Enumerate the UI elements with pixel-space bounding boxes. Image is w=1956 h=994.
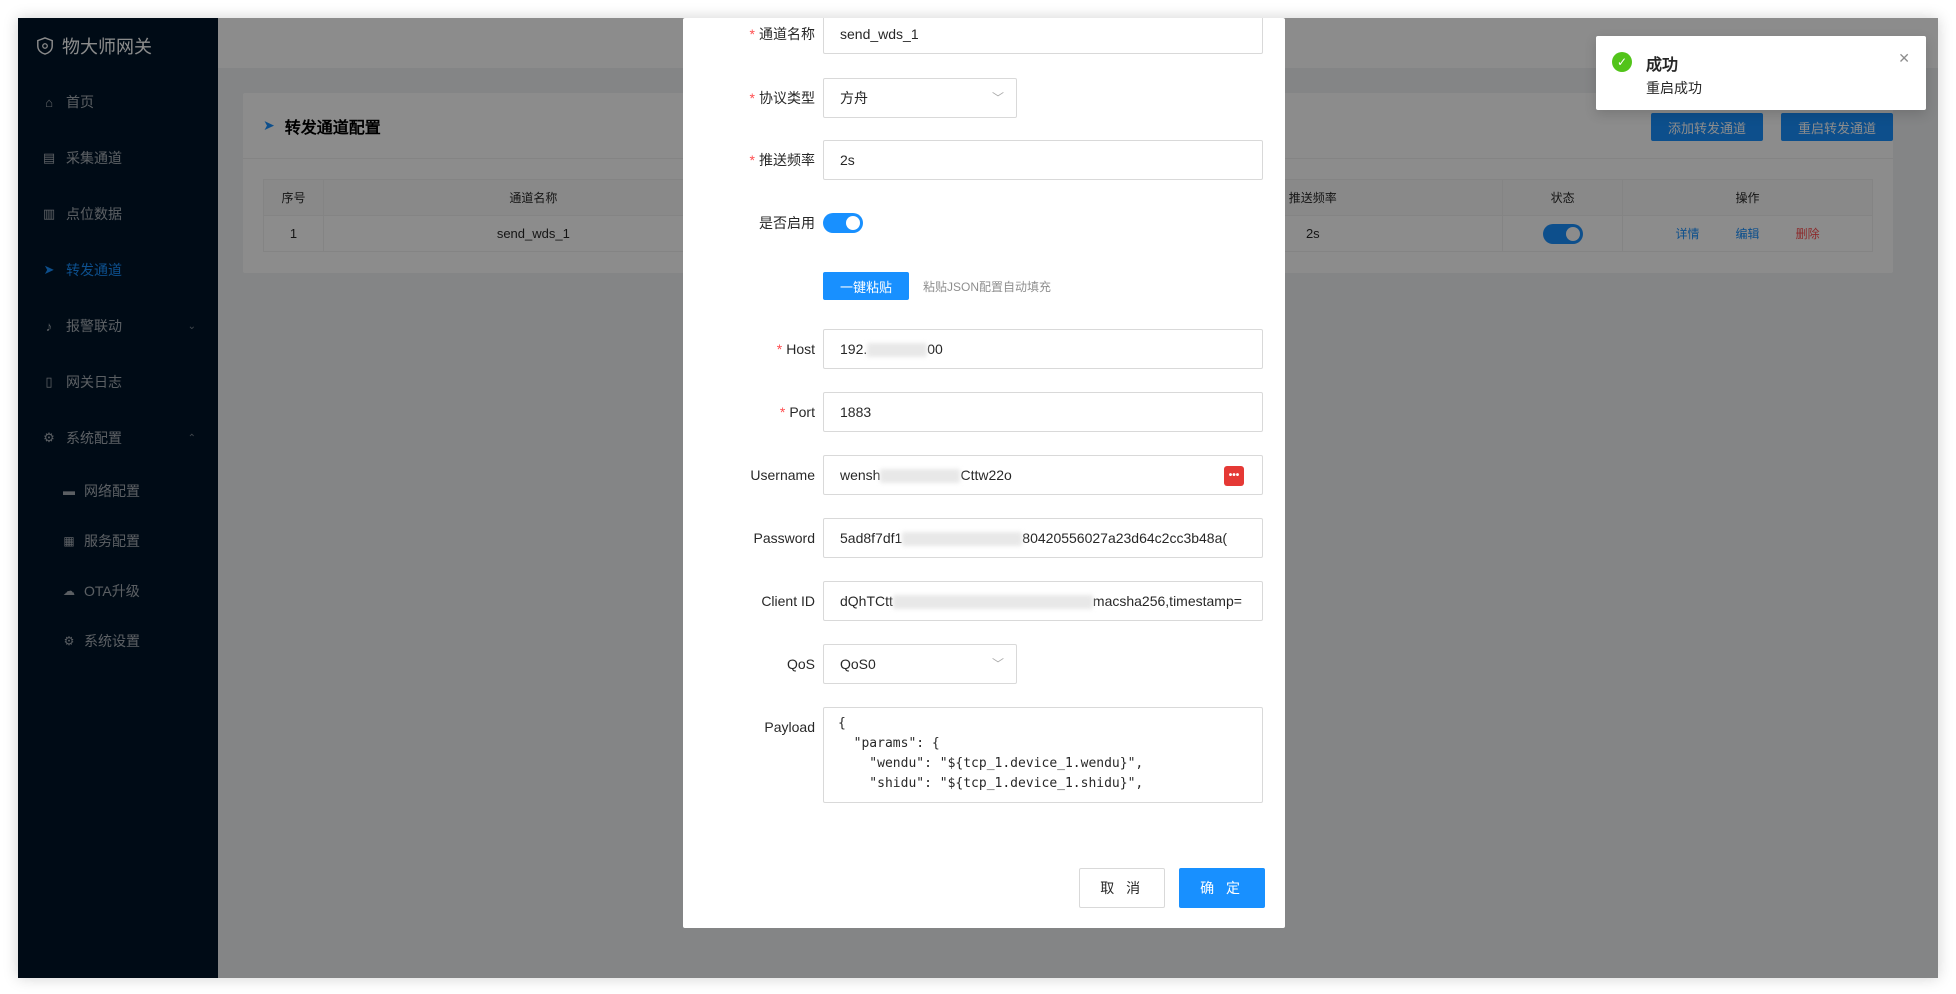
form-row-payload: Payload { "params": { "wendu": "${tcp_1.… <box>683 707 1285 803</box>
redacted-mask <box>902 532 1023 547</box>
host-label: * Host <box>776 341 815 357</box>
form-row-port: * Port 1883 <box>683 392 1285 432</box>
form-row-protocol: * 协议类型 方舟 ﹀ <box>683 78 1285 118</box>
port-label: * Port <box>779 404 815 420</box>
chevron-down-icon: ﹀ <box>991 91 1004 105</box>
notification-message: 重启成功 <box>1646 80 1702 96</box>
form-row-frequency: * 推送频率 2s <box>683 140 1285 180</box>
frequency-label: * 推送频率 <box>749 152 815 168</box>
password-manager-icon[interactable]: ••• <box>1224 466 1244 486</box>
protocol-label: * 协议类型 <box>749 90 815 106</box>
paste-button[interactable]: 一键粘贴 <box>823 272 910 300</box>
success-notification: ✓ 成功 重启成功 ✕ <box>1596 36 1926 110</box>
password-label: Password <box>753 530 815 546</box>
enabled-label: 是否启用 <box>759 215 815 231</box>
password-input[interactable]: 5ad8f7df1 80420556027a23d64c2cc3b48a( <box>823 518 1263 558</box>
payload-label: Payload <box>764 719 815 735</box>
form-row-enabled: 是否启用 <box>683 203 1285 243</box>
cancel-button[interactable]: 取 消 <box>1079 868 1166 908</box>
channel-name-label: * 通道名称 <box>749 26 815 42</box>
payload-textarea[interactable]: { "params": { "wendu": "${tcp_1.device_1… <box>823 707 1263 803</box>
redacted-mask <box>867 343 928 358</box>
form-row-qos: QoS QoS0 ﹀ <box>683 644 1285 684</box>
form-row-username: Username wensh Cttw22o ••• <box>683 455 1285 495</box>
client-id-input[interactable]: dQhTCtt macsha256,timestamp= <box>823 581 1263 621</box>
client-id-label: Client ID <box>761 593 815 609</box>
paste-hint: 粘贴JSON配置自动填充 <box>923 279 1052 294</box>
app-window: 物大师网关 ⌂ 首页 ▤ 采集通道 ▥ 点位数据 ➤ 转发通道 ♪ 报警联动 ⌄ ▯ 网关日志… <box>18 18 1938 978</box>
notification-title: 成功 <box>1646 57 1679 74</box>
protocol-select[interactable]: 方舟 ﹀ <box>823 78 1017 118</box>
close-icon[interactable]: ✕ <box>1898 50 1910 67</box>
modal-footer: 取 消 确 定 <box>1079 868 1265 908</box>
username-input[interactable]: wensh Cttw22o ••• <box>823 455 1263 495</box>
redacted-mask <box>892 595 1093 610</box>
edit-channel-modal: * 通道名称 send_wds_1 * 协议类型 方舟 ﹀ * 推送频率 2s 是否启用… <box>683 18 1285 928</box>
enabled-switch[interactable] <box>823 213 863 233</box>
form-row-channel-name: * 通道名称 send_wds_1 <box>683 18 1285 54</box>
host-input[interactable]: 192. 00 <box>823 329 1263 369</box>
form-row-host: * Host 192. 00 <box>683 329 1285 369</box>
confirm-button[interactable]: 确 定 <box>1179 868 1265 908</box>
qos-value: QoS0 <box>840 656 876 672</box>
form-row-client-id: Client ID dQhTCtt macsha256,timestamp= <box>683 581 1285 621</box>
port-input[interactable]: 1883 <box>823 392 1263 432</box>
frequency-input[interactable]: 2s <box>823 140 1263 180</box>
protocol-value: 方舟 <box>840 90 868 106</box>
username-label: Username <box>750 467 815 483</box>
qos-label: QoS <box>786 656 815 672</box>
check-circle-icon: ✓ <box>1612 52 1632 72</box>
chevron-down-icon: ﹀ <box>991 657 1004 671</box>
qos-select[interactable]: QoS0 ﹀ <box>823 644 1017 684</box>
redacted-mask <box>880 469 961 484</box>
channel-name-input[interactable]: send_wds_1 <box>823 18 1263 54</box>
form-row-password: Password 5ad8f7df1 80420556027a23d64c2cc3… <box>683 518 1285 558</box>
form-row-paste: 一键粘贴 粘贴JSON配置自动填充 <box>683 266 1285 306</box>
